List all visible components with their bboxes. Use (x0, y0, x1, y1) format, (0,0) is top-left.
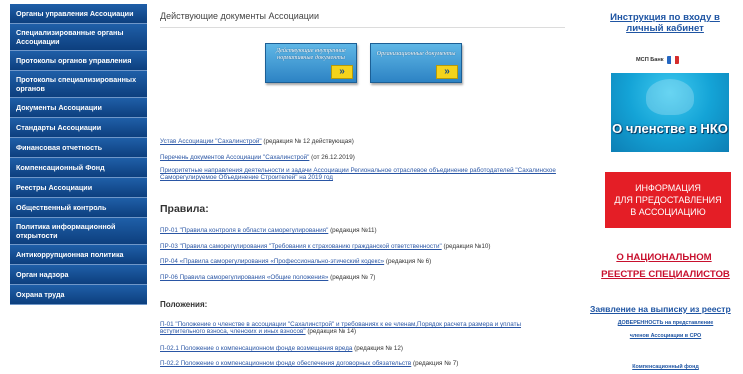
msp-bank-name: МСП Банк (636, 57, 664, 63)
sidebar-item-registries[interactable]: Реестры Ассоциации (10, 178, 147, 198)
national-registry-link-line2[interactable]: РЕЕСТРЕ СПЕЦИАЛИСТОВ (588, 269, 743, 280)
sidebar-item-label: Протоколы специализированных органов (16, 75, 137, 93)
rule-row: ПР-06 Правила саморегулирования «Общие п… (160, 274, 375, 281)
position-suffix: (редакция № 7) (411, 360, 459, 367)
sidebar-item-label: Специализированные органы Ассоциации (16, 28, 124, 46)
rule-link-pr01[interactable]: ПР-01 "Правила контроля в области саморе… (160, 227, 328, 234)
sidebar-item-supervision[interactable]: Орган надзора (10, 265, 147, 285)
sidebar-item-documents[interactable]: Документы Ассоциации (10, 98, 147, 118)
sidebar-item-governing-bodies[interactable]: Органы управления Ассоциации (10, 4, 147, 24)
compensation-fund-link[interactable]: Компенсационный фонд (588, 364, 743, 370)
sidebar-item-anticorruption[interactable]: Антикоррупционная политика (10, 245, 147, 265)
tile-label: Организационные документы (376, 50, 456, 57)
sidebar-item-label: Компенсационный Фонд (16, 163, 105, 172)
power-of-attorney-link[interactable]: ДОВЕРЕННОСТЬ на представление (588, 320, 743, 326)
rule-row: ПР-04 «Правила саморегулирования «Профес… (160, 258, 431, 265)
info-submission-banner[interactable]: ИНФОРМАЦИЯ ДЛЯ ПРЕДОСТАВЛЕНИЯ В АССОЦИАЦ… (605, 172, 731, 228)
sidebar-item-label: Стандарты Ассоциации (16, 123, 102, 132)
sidebar-item-governing-protocols[interactable]: Протоколы органов управления (10, 51, 147, 71)
doc-row: Приоритетные направления деятельности и … (160, 167, 565, 181)
nko-membership-banner[interactable]: О членстве в НКО (611, 73, 729, 152)
chevron-right-icon: » (436, 65, 458, 79)
sidebar-item-info-policy[interactable]: Политика информационной открытости (10, 218, 147, 245)
sidebar-item-label: Органы управления Ассоциации (16, 9, 134, 18)
title-divider (160, 27, 565, 28)
rule-suffix: (редакция № 7) (328, 274, 376, 281)
position-link-p021[interactable]: П-02.1 Положение о компенсационном фонде… (160, 345, 352, 352)
sidebar-item-label: Охрана труда (16, 290, 65, 299)
power-of-attorney-link-line2[interactable]: членов Ассоциации в СРО (588, 333, 743, 339)
sidebar-item-compensation-fund[interactable]: Компенсационный Фонд (10, 158, 147, 178)
sidebar-item-label: Антикоррупционная политика (16, 250, 124, 259)
sidebar-item-financial-reports[interactable]: Финансовая отчетность (10, 138, 147, 158)
rule-link-pr03[interactable]: ПР-03 "Правила саморегулирования "Требов… (160, 243, 442, 250)
position-link-p022[interactable]: П-02.2 Положение о компенсационном фонде… (160, 360, 411, 367)
doc-link-charter[interactable]: Устав Ассоциации "Сахалинстрой" (160, 138, 262, 145)
sidebar-item-specialized-protocols[interactable]: Протоколы специализированных органов (10, 71, 147, 98)
position-suffix: (редакция № 14) (305, 328, 357, 335)
sidebar-item-label: Протоколы органов управления (16, 56, 132, 65)
sidebar-item-standards[interactable]: Стандарты Ассоциации (10, 118, 147, 138)
rule-link-pr06[interactable]: ПР-06 Правила саморегулирования «Общие п… (160, 274, 328, 281)
page-title: Действующие документы Ассоциации (160, 11, 319, 21)
org-docs-tile[interactable]: Организационные документы » (370, 43, 462, 83)
msp-bank-logo[interactable]: МСП Банк (636, 56, 679, 64)
sidebar-item-label: Финансовая отчетность (16, 143, 103, 152)
sidebar-item-labor-safety[interactable]: Охрана труда (10, 285, 147, 305)
doc-row: Перечень документов Ассоциации "Сахалинс… (160, 154, 355, 161)
sidebar-item-label: Политика информационной открытости (16, 222, 116, 240)
hands-icon (646, 79, 694, 115)
national-registry-link[interactable]: О НАЦИОНАЛЬНОМ (588, 252, 740, 263)
info-banner-line: ИНФОРМАЦИЯ (635, 183, 701, 193)
sidebar-nav: Органы управления Ассоциации Специализир… (10, 4, 147, 305)
sidebar-item-label: Орган надзора (16, 270, 69, 279)
right-column: Инструкция по входу в личный кабинет МСП… (588, 0, 743, 374)
doc-link-list[interactable]: Перечень документов Ассоциации "Сахалинс… (160, 154, 309, 161)
sidebar-item-public-control[interactable]: Общественный контроль (10, 198, 147, 218)
rule-suffix: (редакция № 6) (384, 258, 432, 265)
rules-heading: Правила: (160, 203, 209, 215)
position-row: П-02.1 Положение о компенсационном фонде… (160, 345, 403, 352)
main-content: Действующие документы Ассоциации Действу… (160, 0, 575, 374)
sidebar-item-specialized-bodies[interactable]: Специализированные органы Ассоциации (10, 24, 147, 51)
rule-link-pr04[interactable]: ПР-04 «Правила саморегулирования «Профес… (160, 258, 384, 265)
info-banner-line: В АССОЦИАЦИЮ (630, 207, 706, 217)
position-row: П-01 "Положение о членстве в ассоциации … (160, 321, 565, 335)
sidebar-item-label: Документы Ассоциации (16, 103, 102, 112)
chevron-right-icon: » (331, 65, 353, 79)
sidebar-item-label: Общественный контроль (16, 203, 107, 212)
rule-row: ПР-01 "Правила контроля в области саморе… (160, 227, 377, 234)
cabinet-instruction-link[interactable]: Инструкция по входу в личный кабинет (591, 12, 739, 34)
sidebar-item-label: Реестры Ассоциации (16, 183, 93, 192)
rule-row: ПР-03 "Правила саморегулирования "Требов… (160, 243, 491, 250)
position-suffix: (редакция № 12) (352, 345, 403, 352)
tile-label: Действующие внутренние нормативные докум… (276, 47, 346, 61)
position-row: П-02.2 Положение о компенсационном фонде… (160, 360, 458, 367)
info-banner-line: ДЛЯ ПРЕДОСТАВЛЕНИЯ (614, 195, 722, 205)
nko-banner-text: О членстве в НКО (612, 121, 728, 136)
doc-row: Устав Ассоциации "Сахалинстрой" (редакци… (160, 138, 354, 145)
registry-extract-link[interactable]: Заявление на выписку из реестр (590, 304, 731, 314)
internal-docs-tile[interactable]: Действующие внутренние нормативные докум… (265, 43, 357, 83)
flag-icon (666, 56, 679, 64)
doc-suffix: (от 26.12.2019) (309, 154, 355, 161)
doc-suffix: (редакция № 12 действующая) (261, 138, 354, 145)
info-banner-text: ИНФОРМАЦИЯ ДЛЯ ПРЕДОСТАВЛЕНИЯ В АССОЦИАЦ… (614, 182, 721, 218)
rule-suffix: (редакция №11) (328, 227, 377, 234)
doc-link-priorities[interactable]: Приоритетные направления деятельности и … (160, 167, 556, 181)
rule-suffix: (редакция №10) (441, 243, 491, 250)
positions-heading: Положения: (160, 300, 208, 309)
